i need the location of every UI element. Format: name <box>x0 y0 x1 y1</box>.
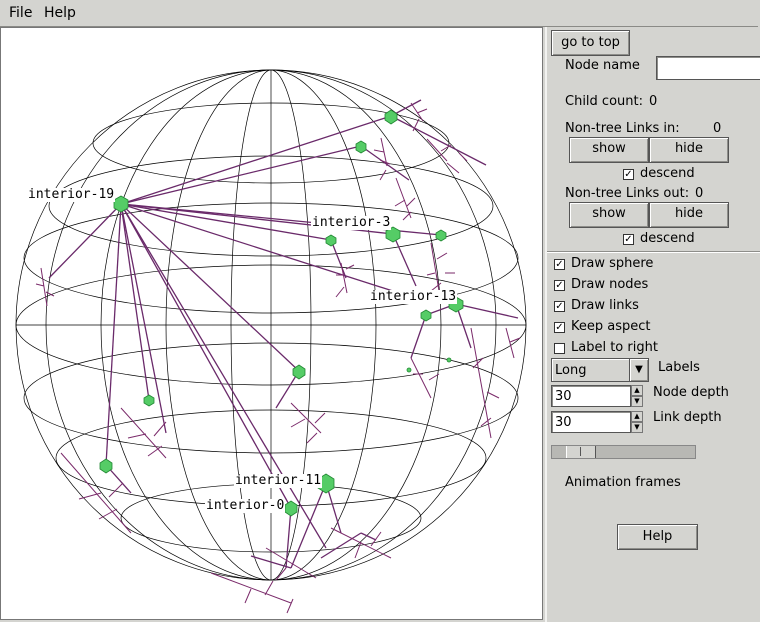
keep-aspect-label: Keep aspect <box>571 319 651 334</box>
labels-label: Labels <box>658 360 700 375</box>
node-label-interior-0[interactable]: interior-0 <box>205 499 286 513</box>
links-out-show-button[interactable]: show <box>569 202 649 228</box>
node-depth-value: 30 <box>555 389 572 404</box>
descend-in-label: descend <box>640 166 695 181</box>
animation-frames-slider[interactable] <box>551 445 696 459</box>
separator <box>547 251 760 253</box>
links-in-label: Non-tree Links in: <box>565 121 680 136</box>
animation-frames-label: Animation frames <box>565 475 681 490</box>
link-depth-down-icon[interactable]: ▼ <box>631 422 643 433</box>
child-count-label: Child count: <box>565 94 643 109</box>
menu-help[interactable]: Help <box>44 5 76 21</box>
control-panel: go to top Node name Child count: 0 Non-t… <box>545 27 760 622</box>
node-depth-input[interactable]: 30 <box>551 385 631 407</box>
descend-out-checkbox[interactable]: ✓ <box>623 234 634 245</box>
node-label-interior-11[interactable]: interior-11 <box>234 474 323 488</box>
labels-dropdown-arrow[interactable]: ▼ <box>629 358 649 382</box>
draw-sphere-label: Draw sphere <box>571 256 654 271</box>
link-depth-value: 30 <box>555 415 572 430</box>
links-in-show-button[interactable]: show <box>569 137 649 163</box>
node-clusters <box>35 102 521 614</box>
links-out-value: 0 <box>695 186 704 201</box>
menu-file[interactable]: File <box>9 5 32 21</box>
node-label-interior-3[interactable]: interior-3 <box>311 216 392 230</box>
labels-select[interactable]: Long <box>551 358 631 382</box>
node-depth-up-icon[interactable]: ▲ <box>631 385 643 396</box>
menu-bar: File Help <box>0 0 758 27</box>
label-to-right-label: Label to right <box>571 340 658 355</box>
hyperbolic-sphere-canvas[interactable]: interior-19 interior-3 interior-13 inter… <box>0 27 543 620</box>
help-button[interactable]: Help <box>617 524 698 550</box>
child-count-value: 0 <box>649 94 658 109</box>
draw-nodes-label: Draw nodes <box>571 277 649 292</box>
links-in-hide-button[interactable]: hide <box>649 137 729 163</box>
link-depth-stepper[interactable]: ▲ ▼ <box>631 411 643 433</box>
links-in-value: 0 <box>713 121 722 136</box>
labels-select-value: Long <box>555 363 587 378</box>
go-to-top-button[interactable]: go to top <box>551 30 630 56</box>
node-label-interior-13[interactable]: interior-13 <box>369 290 458 304</box>
node-depth-stepper[interactable]: ▲ ▼ <box>631 385 643 407</box>
descend-out-label: descend <box>640 231 695 246</box>
link-depth-label: Link depth <box>653 410 722 425</box>
draw-nodes-checkbox[interactable]: ✓ <box>554 280 565 291</box>
label-to-right-checkbox[interactable] <box>554 343 565 354</box>
node-name-field[interactable] <box>656 56 760 80</box>
draw-links-label: Draw links <box>571 298 639 313</box>
node-depth-label: Node depth <box>653 385 729 400</box>
node-name-label: Node name <box>565 58 640 73</box>
links-out-hide-button[interactable]: hide <box>649 202 729 228</box>
descend-in-checkbox[interactable]: ✓ <box>623 169 634 180</box>
link-depth-input[interactable]: 30 <box>551 411 631 433</box>
node-label-interior-19[interactable]: interior-19 <box>27 188 116 202</box>
sphere-visualization[interactable] <box>1 28 542 619</box>
draw-links-checkbox[interactable]: ✓ <box>554 301 565 312</box>
link-depth-up-icon[interactable]: ▲ <box>631 411 643 422</box>
slider-thumb[interactable] <box>566 446 596 458</box>
node-depth-down-icon[interactable]: ▼ <box>631 396 643 407</box>
draw-sphere-checkbox[interactable]: ✓ <box>554 259 565 270</box>
links-out-label: Non-tree Links out: <box>565 186 690 201</box>
keep-aspect-checkbox[interactable]: ✓ <box>554 322 565 333</box>
